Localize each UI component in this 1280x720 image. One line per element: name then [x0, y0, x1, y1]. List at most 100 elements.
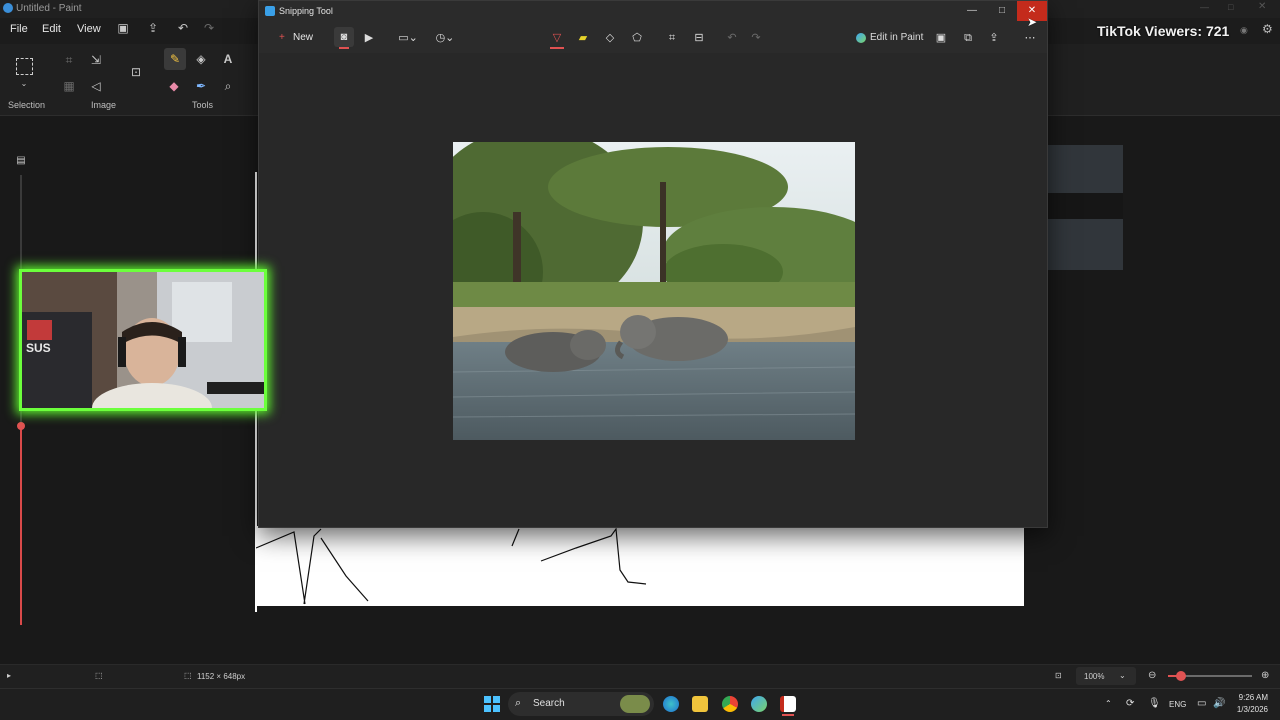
- paint-canvas[interactable]: [255, 526, 1024, 606]
- search-highlight-icon: [620, 695, 650, 713]
- ribbon-label-tools: Tools: [192, 100, 214, 110]
- edit-in-paint-button[interactable]: Edit in Paint: [870, 29, 926, 47]
- zoom-chevron-icon: ⌄: [1119, 671, 1126, 680]
- timer-dropdown-icon[interactable]: ◷⌄: [432, 29, 458, 47]
- share-snip-icon[interactable]: ⇪: [986, 29, 1002, 47]
- microphone-icon[interactable]: 🎙: [1148, 698, 1161, 709]
- snipping-tool-titlebar: [259, 1, 1047, 23]
- paint-window-title: Untitled - Paint: [16, 3, 82, 14]
- tiktok-viewers-counter: TikTok Viewers: 721: [1097, 23, 1230, 39]
- new-snip-label: New: [293, 32, 314, 43]
- cursor-position-icon: ▸: [7, 671, 12, 680]
- redo-snip-icon[interactable]: ↷: [748, 29, 764, 47]
- zoom-slider-knob[interactable]: [1176, 671, 1186, 681]
- text-icon[interactable]: A: [220, 51, 236, 67]
- minimize-button[interactable]: —: [957, 1, 987, 21]
- crop-tool-icon[interactable]: ⌗: [664, 29, 680, 47]
- settings-gear-icon[interactable]: ⚙: [1262, 22, 1273, 36]
- camera-mode-icon[interactable]: ◙: [334, 27, 354, 47]
- volume-icon[interactable]: 🔊: [1213, 698, 1225, 709]
- image-properties-icon[interactable]: ⊡: [128, 64, 144, 80]
- fit-to-window-icon[interactable]: ⊡: [1055, 671, 1062, 680]
- zoom-in-icon[interactable]: ⊕: [1261, 670, 1269, 681]
- clock-date[interactable]: 1/3/2026: [1232, 705, 1268, 714]
- shapes-icon[interactable]: ⬠: [629, 29, 645, 47]
- snipping-tool-taskbar-icon[interactable]: [780, 696, 796, 712]
- clock-time[interactable]: 9:26 AM: [1236, 693, 1268, 702]
- menu-edit[interactable]: Edit: [42, 23, 61, 35]
- language-indicator[interactable]: ENG: [1169, 700, 1186, 709]
- canvas-dimensions: 1152 × 648px: [197, 672, 246, 681]
- new-snip-button[interactable]: + New: [271, 27, 321, 49]
- paint-close-icon[interactable]: ✕: [1258, 1, 1266, 12]
- selection-icon[interactable]: [16, 58, 33, 75]
- share-icon[interactable]: ⇪: [145, 20, 161, 36]
- highlighter-icon[interactable]: ▰: [575, 29, 591, 47]
- canvas-drawing: [255, 527, 647, 605]
- paint-app-icon: [856, 33, 866, 43]
- menu-view[interactable]: View: [77, 23, 101, 35]
- paint-taskbar-icon[interactable]: [751, 696, 767, 712]
- streamer-webcam-feed: SUS: [22, 272, 264, 408]
- snip-shape-dropdown-icon[interactable]: ▭⌄: [395, 29, 421, 47]
- color-picker-icon[interactable]: ✒: [193, 78, 209, 94]
- ribbon-label-image: Image: [91, 100, 117, 110]
- windows-start-icon[interactable]: [484, 696, 500, 712]
- snipping-toolbar: [259, 23, 1047, 53]
- magnifier-icon[interactable]: ⌕: [220, 78, 236, 94]
- save-icon[interactable]: ▣: [115, 20, 131, 36]
- copy-icon[interactable]: ⧉: [960, 29, 976, 47]
- paint-maximize-icon[interactable]: □: [1228, 2, 1233, 12]
- canvas-size-icon: ⬚: [184, 671, 192, 680]
- undo-icon[interactable]: ↶: [175, 20, 191, 36]
- captured-elephants-image: [423, 127, 883, 440]
- sync-icon[interactable]: ⟳: [1126, 698, 1134, 709]
- brush-size-knob[interactable]: [17, 422, 25, 430]
- maximize-button[interactable]: □: [987, 1, 1017, 21]
- network-icon[interactable]: ▭: [1197, 698, 1206, 709]
- account-icon[interactable]: ◉: [1240, 25, 1248, 36]
- resize-icon[interactable]: ⇲: [88, 52, 104, 68]
- mode-indicator: [339, 47, 349, 49]
- video-mode-icon[interactable]: ▶: [361, 29, 377, 47]
- snipping-tool-window: Snipping Tool — □ ✕ + New ◙ ▶ ▭⌄ ◷⌄ ▽ ▰ …: [258, 0, 1048, 528]
- snipping-tool-title: Snipping Tool: [279, 6, 333, 16]
- search-icon: ⌕: [515, 697, 522, 709]
- paint-logo-icon: [3, 3, 13, 13]
- mouse-cursor-icon: ➤: [1027, 15, 1038, 29]
- snipping-tool-logo-icon: [265, 6, 275, 16]
- zoom-out-icon[interactable]: ⊖: [1148, 670, 1156, 681]
- flip-icon[interactable]: ◁: [88, 78, 104, 94]
- more-options-icon[interactable]: ⋯: [1022, 29, 1038, 47]
- undo-snip-icon[interactable]: ↶: [724, 29, 740, 47]
- crop-icon[interactable]: ⌗: [61, 52, 77, 68]
- file-explorer-icon[interactable]: [692, 696, 708, 712]
- search-label: Search: [533, 698, 565, 709]
- pen-indicator: [550, 47, 564, 49]
- plus-icon: +: [279, 32, 285, 43]
- save-snip-icon[interactable]: ▣: [933, 29, 949, 47]
- menu-file[interactable]: File: [10, 23, 28, 35]
- eraser-tool-icon[interactable]: ◇: [602, 29, 618, 47]
- layers-icon[interactable]: ▤: [13, 153, 29, 169]
- redo-icon[interactable]: ↷: [201, 20, 217, 36]
- zoom-level: 100%: [1084, 672, 1105, 681]
- tray-chevron-up-icon[interactable]: ⌃: [1105, 699, 1112, 708]
- brush-size-fill: [20, 425, 22, 625]
- paint-ribbon-right: [1048, 44, 1280, 116]
- edge-browser-icon[interactable]: [663, 696, 679, 712]
- ballpoint-pen-icon[interactable]: ▽: [549, 29, 565, 47]
- chevron-down-icon[interactable]: ⌄: [16, 76, 32, 92]
- elephants-river-picture: [423, 127, 883, 440]
- asus-logo-text: SUS: [26, 341, 51, 355]
- pencil-icon[interactable]: ✎: [164, 48, 186, 70]
- selection-size-icon: ⬚: [95, 671, 103, 680]
- select-all-icon[interactable]: ▦: [61, 78, 77, 94]
- active-app-indicator: [782, 714, 794, 716]
- fill-icon[interactable]: ◈: [193, 51, 209, 67]
- paint-minimize-icon[interactable]: —: [1200, 2, 1209, 12]
- eraser-icon[interactable]: ◆: [166, 78, 182, 94]
- chrome-icon[interactable]: [722, 696, 738, 712]
- ribbon-label-selection: Selection: [8, 100, 46, 110]
- text-actions-icon[interactable]: ⊟: [691, 29, 707, 47]
